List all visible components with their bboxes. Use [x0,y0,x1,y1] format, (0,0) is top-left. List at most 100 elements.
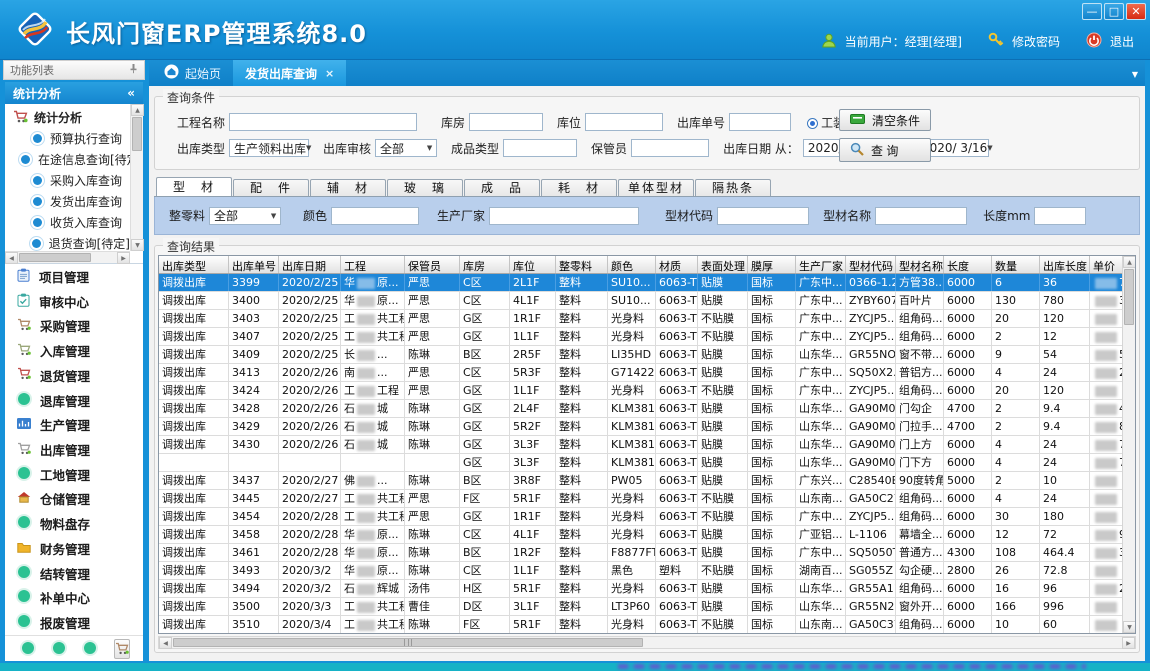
tree-item[interactable]: 发货出库查询 [13,191,130,212]
tab-overflow-icon[interactable]: ▼ [1132,70,1138,79]
search-button[interactable]: 查 询 [839,138,931,162]
green-circle-icon[interactable] [21,639,35,658]
sidebar-menu-item[interactable]: 报废管理 [5,610,143,635]
grid-column-header[interactable]: 整零料 [556,256,608,273]
sidebar-menu-item[interactable]: 工地管理 [5,462,143,487]
scroll-down-icon[interactable]: ▼ [1123,621,1136,633]
profile-code-input[interactable] [717,207,809,225]
material-tab[interactable]: 耗 材 [541,179,617,196]
clear-conditions-button[interactable]: 清空条件 [839,109,931,131]
tree-root[interactable]: 统计分析 [13,107,130,128]
minimize-button[interactable]: — [1082,3,1102,20]
tab-shipment-query[interactable]: 发货出库查询 × [233,60,346,86]
material-tab[interactable]: 玻 璃 [387,179,463,196]
scroll-right-icon[interactable]: ▶ [1122,637,1135,649]
grid-vertical-scrollbar[interactable]: ▲ ▼ [1122,256,1135,633]
manufacturer-input[interactable] [489,207,639,225]
grid-column-header[interactable]: 生产厂家 [796,256,846,273]
maximize-button[interactable]: □ [1104,3,1124,20]
tree-vertical-scrollbar[interactable]: ▲ ▼ [130,104,143,251]
material-tab[interactable]: 辅 材 [310,179,386,196]
sidebar-menu-item[interactable]: 审核中心 [5,289,143,314]
table-row[interactable]: 调拨出库34372020/2/27佛...陈琳B区3R8F整料PW056063-… [159,472,1122,490]
length-input[interactable] [1034,207,1086,225]
grid-column-header[interactable]: 颜色 [608,256,656,273]
color-input[interactable] [331,207,419,225]
collapse-icon[interactable]: « [127,86,135,100]
grid-column-header[interactable]: 出库长度 [1040,256,1090,273]
material-tab[interactable]: 隔热条 [695,179,771,196]
grid-column-header[interactable]: 材质 [656,256,698,273]
scroll-left-icon[interactable]: ◀ [5,252,18,264]
scroll-right-icon[interactable]: ▶ [117,252,130,264]
sidebar-menu-item[interactable]: 退货管理 [5,363,143,388]
grid-column-header[interactable]: 表面处理 [698,256,748,273]
grid-column-header[interactable]: 数量 [992,256,1040,273]
tree-horizontal-scrollbar[interactable]: ◀ ▶ [5,251,130,263]
grid-column-header[interactable]: 库房 [460,256,510,273]
scroll-up-icon[interactable]: ▲ [1123,256,1136,268]
table-row[interactable]: 调拨出库34092020/2/25长...陈琳B区2R5F整料LI35HD606… [159,346,1122,364]
sidebar-menu-item[interactable]: 生产管理 [5,412,143,437]
cart-button-icon[interactable] [114,639,130,659]
sidebar-menu-item[interactable]: 仓储管理 [5,487,143,512]
material-tab[interactable]: 成 品 [464,179,540,196]
table-row[interactable]: 调拨出库34002020/2/25华原...严思C区4L1F整料SU10...6… [159,292,1122,310]
change-password-link[interactable]: 修改密码 [1012,33,1060,50]
logout-link[interactable]: 退出 [1110,33,1134,50]
scrollbar-thumb[interactable] [132,117,142,151]
close-button[interactable]: ✕ [1126,3,1146,20]
tree-item[interactable]: 预算执行查询 [13,128,130,149]
tab-close-icon[interactable]: × [325,67,334,80]
scroll-up-icon[interactable]: ▲ [131,104,144,116]
table-row[interactable]: 调拨出库33992020/2/25华原...严思C区2L1F整料SU10...6… [159,274,1122,292]
sidebar-menu-item[interactable]: 退库管理 [5,388,143,413]
warehouse-input[interactable] [469,113,543,131]
table-row[interactable]: 调拨出库34242020/2/26工工程严思G区1L1F整料光身料6063-T5… [159,382,1122,400]
green-circle-icon[interactable] [52,639,66,658]
scrollbar-thumb[interactable] [1124,269,1134,325]
sidebar-menu-item[interactable]: 结转管理 [5,561,143,586]
sidebar-menu-item[interactable]: 物料盘存 [5,511,143,536]
table-row[interactable]: 调拨出库34582020/2/28华原...陈琳C区4L1F整料光身料6063-… [159,526,1122,544]
tree-item[interactable]: 收货入库查询 [13,212,130,233]
table-row[interactable]: 调拨出库34072020/2/25工共工程严思G区1L1F整料光身料6063-T… [159,328,1122,346]
material-tab[interactable]: 配 件 [233,179,309,196]
tab-home[interactable]: 起始页 [152,60,233,86]
whole-part-select[interactable]: 全部▼ [209,207,281,225]
table-row[interactable]: 调拨出库34612020/2/28华原...陈琳B区1R2F整料F8877FT6… [159,544,1122,562]
table-row[interactable]: 调拨出库35102020/3/4工共工程陈琳F区5R1F整料光身料6063-T5… [159,616,1122,633]
grid-horizontal-scrollbar[interactable]: ◀ ▶ [158,636,1136,649]
grid-column-header[interactable]: 长度 [944,256,992,273]
grid-column-header[interactable]: 型材代码 [846,256,896,273]
keeper-input[interactable] [631,139,709,157]
tree-item[interactable]: 退货查询[待定] [13,233,130,251]
table-row[interactable]: 调拨出库34292020/2/26石城陈琳G区5R2F整料KLM38176063… [159,418,1122,436]
table-row[interactable]: 调拨出库34032020/2/25工共工程严思G区1R1F整料光身料6063-T… [159,310,1122,328]
tree-item[interactable]: 采购入库查询 [13,170,130,191]
project-name-input[interactable] [229,113,417,131]
grid-column-header[interactable]: 工程 [341,256,405,273]
green-circle-icon[interactable] [83,639,97,658]
sidebar-menu-item[interactable]: 采购管理 [5,313,143,338]
grid-column-header[interactable]: 膜厚 [748,256,796,273]
grid-column-header[interactable]: 出库类型 [159,256,229,273]
outbound-type-select[interactable]: 生产领料出库▼ [229,139,309,157]
table-row[interactable]: 调拨出库34932020/3/2华原...陈琳C区1L1F整料黑色塑料不贴膜国标… [159,562,1122,580]
table-row[interactable]: 调拨出库34302020/2/26石城陈琳G区3L3F整料KLM38176063… [159,436,1122,454]
grid-column-header[interactable]: 库位 [510,256,556,273]
material-tab[interactable]: 型 材 [156,177,232,196]
table-row[interactable]: 调拨出库34542020/2/28工共工程严思G区1R1F整料光身料6063-T… [159,508,1122,526]
product-type-input[interactable] [503,139,577,157]
order-no-input[interactable] [729,113,791,131]
audit-select[interactable]: 全部▼ [375,139,437,157]
table-row[interactable]: 调拨出库34132020/2/26南...严思C区5R3F整料G71422606… [159,364,1122,382]
grid-column-header[interactable]: 出库单号 [229,256,279,273]
sidebar-group-header[interactable]: 统计分析 « [5,82,143,104]
sidebar-menu-item[interactable]: 项目管理 [5,264,143,289]
location-input[interactable] [585,113,663,131]
grid-column-header[interactable]: 出库日期 [279,256,341,273]
table-row[interactable]: 调拨出库34942020/3/2石辉城汤伟H区5R1F整料光身料6063-T5贴… [159,580,1122,598]
profile-name-input[interactable] [875,207,967,225]
pin-icon[interactable] [129,63,138,77]
